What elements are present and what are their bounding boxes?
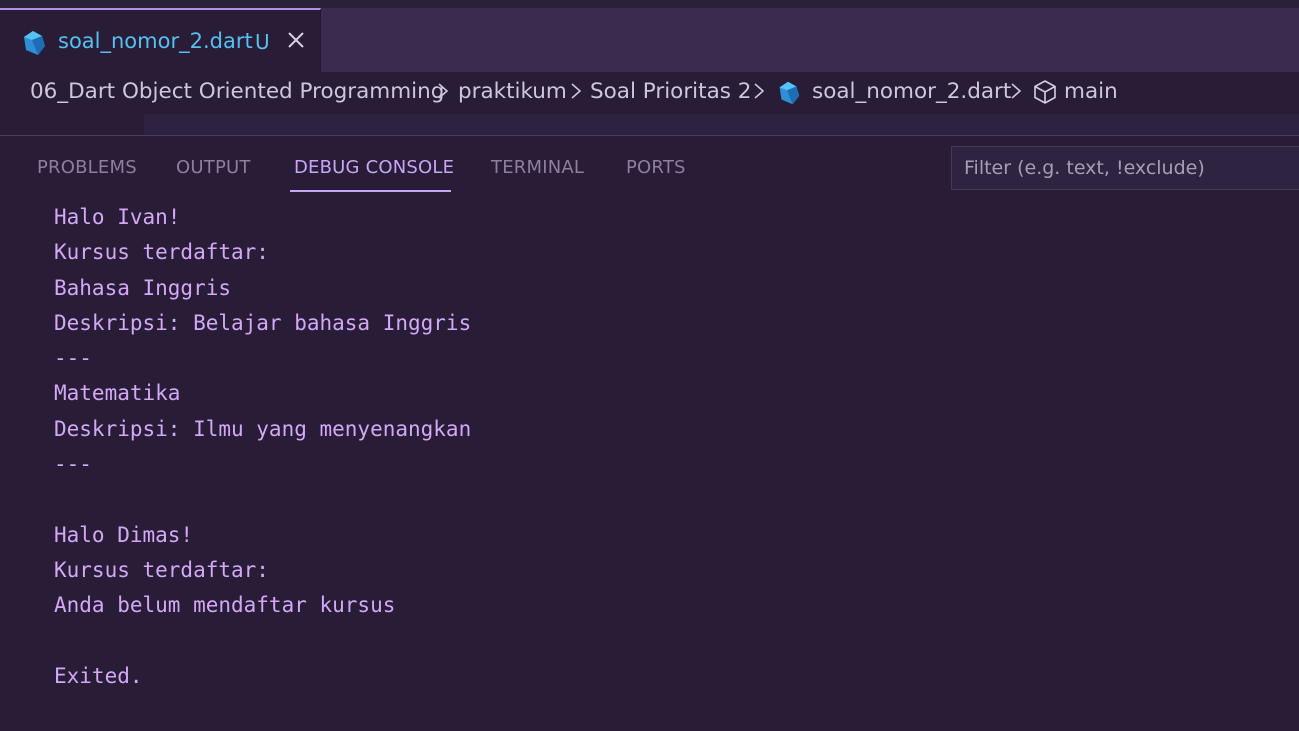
breadcrumb-folder-soal-prioritas-2[interactable]: Soal Prioritas 2 [590, 79, 751, 104]
console-line: Matematika [54, 381, 181, 406]
untracked-badge: U [255, 30, 270, 54]
active-tab-underline [290, 190, 451, 192]
breadcrumb-symbol-main[interactable]: main [1064, 79, 1118, 104]
vscode-window: soal_nomor_2.dart U 06_Dart Object Orien… [0, 0, 1299, 731]
dart-icon [779, 81, 800, 105]
title-strip [0, 0, 1299, 8]
console-line: Halo Ivan! [54, 205, 181, 229]
chevron-right-icon [1011, 83, 1022, 99]
breadcrumb: 06_Dart Object Oriented Programming prak… [0, 72, 1299, 114]
console-line: Halo Dimas! [54, 522, 194, 547]
console-line: Bahasa Inggris [54, 275, 232, 300]
tab-problems[interactable]: PROBLEMS [37, 157, 137, 178]
tab-output[interactable]: OUTPUT [176, 157, 251, 178]
console-line: --- [54, 346, 92, 371]
console-line: Exited. [54, 663, 143, 688]
tab-ports[interactable]: PORTS [626, 157, 686, 178]
editor-code-peek [0, 114, 1299, 136]
method-cube-icon [1034, 80, 1056, 104]
editor-tab-bar: soal_nomor_2.dart U [0, 0, 1299, 72]
tab-filename: soal_nomor_2.dart [58, 29, 253, 53]
breadcrumb-folder-root[interactable]: 06_Dart Object Oriented Programming [30, 79, 444, 104]
breadcrumb-file[interactable]: soal_nomor_2.dart [812, 79, 1011, 104]
console-line: Kursus terdaftar: [54, 557, 269, 582]
console-line: Deskripsi: Belajar bahasa Inggris [54, 310, 472, 335]
debug-console-output: Halo Ivan! Kursus terdaftar: Bahasa Ingg… [54, 200, 1254, 694]
dart-icon [24, 31, 45, 55]
tab-terminal[interactable]: TERMINAL [491, 157, 584, 178]
close-icon[interactable] [284, 28, 308, 52]
current-line-highlight [144, 114, 1299, 136]
console-line: Deskripsi: Ilmu yang menyenangkan [54, 416, 472, 441]
console-line: Anda belum mendaftar kursus [54, 593, 396, 618]
filter-input[interactable] [952, 147, 1299, 189]
chevron-right-icon [438, 83, 449, 99]
filter-box [951, 146, 1299, 190]
breadcrumb-folder-praktikum[interactable]: praktikum [458, 79, 567, 104]
chevron-right-icon [754, 83, 765, 99]
panel-divider[interactable] [0, 135, 1299, 136]
editor-tab-soal-nomor-2[interactable]: soal_nomor_2.dart U [0, 8, 321, 72]
console-line: Kursus terdaftar: [54, 240, 269, 265]
console-line: --- [54, 452, 92, 477]
tab-debug-console[interactable]: DEBUG CONSOLE [294, 157, 454, 178]
chevron-right-icon [571, 83, 582, 99]
